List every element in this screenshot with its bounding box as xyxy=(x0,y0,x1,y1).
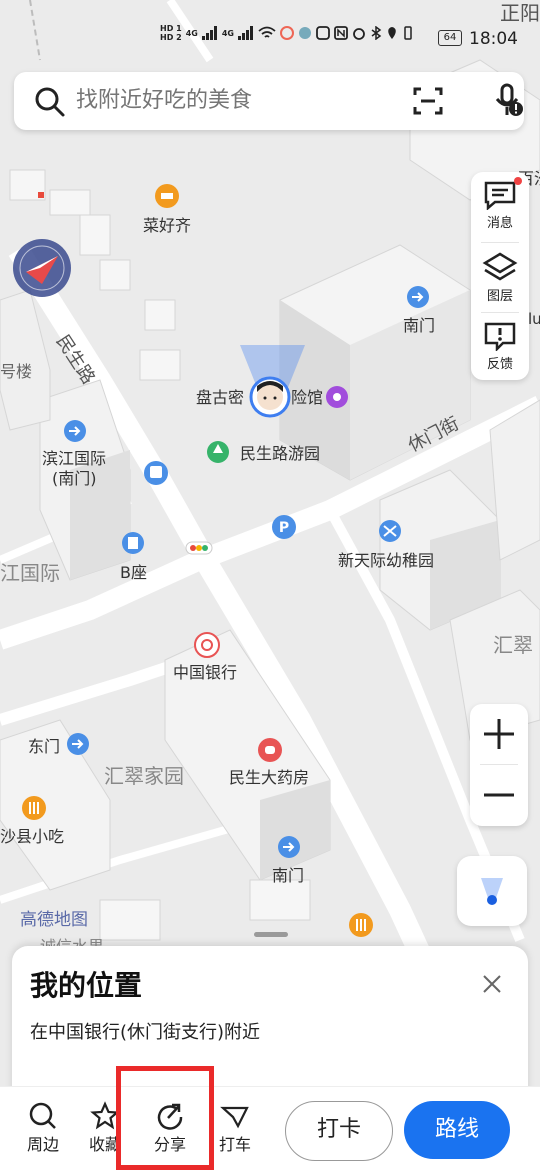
parking-icon[interactable]: P xyxy=(272,515,296,539)
sheet-title: 我的位置 xyxy=(30,969,143,1002)
poi-entrance-icon[interactable] xyxy=(407,286,429,308)
traffic-light-icon xyxy=(185,541,213,555)
voice-icon[interactable] xyxy=(492,83,524,119)
layers-label: 图层 xyxy=(486,289,513,304)
map-label: 汇翠 xyxy=(493,633,533,657)
message-icon xyxy=(484,181,516,210)
sheet-subtitle: 在中国银行(休门街支行)附近 xyxy=(30,1022,261,1043)
poi-entrance-icon[interactable] xyxy=(64,420,86,442)
scan-icon[interactable] xyxy=(412,85,444,117)
search-input[interactable] xyxy=(76,72,396,130)
poi-entrance-icon[interactable] xyxy=(67,733,89,755)
map-label: 南门 xyxy=(272,866,304,885)
sheet-drag-handle[interactable] xyxy=(254,932,288,937)
close-icon xyxy=(483,975,501,993)
poi-restaurant-icon[interactable] xyxy=(22,796,46,820)
map-label: 滨江国际 xyxy=(42,449,106,468)
status-bar: HD 1 HD 2 4G 4G 64 18:04 xyxy=(0,0,540,60)
messages-button[interactable]: 消息 xyxy=(471,172,529,240)
highlight-annotation xyxy=(116,1066,214,1170)
bus-stop-icon[interactable] xyxy=(144,461,168,485)
layers-icon xyxy=(482,252,518,281)
signal-icon xyxy=(201,26,217,40)
map-label: 菜好齐 xyxy=(143,216,191,235)
wifi-icon xyxy=(258,26,276,38)
poi-entrance-icon[interactable] xyxy=(278,836,300,858)
map-label: 新天际幼稚园 xyxy=(338,551,434,570)
feedback-button[interactable]: 反馈 xyxy=(471,313,529,381)
nfc-icon xyxy=(334,26,348,40)
checkin-button[interactable]: 打卡 xyxy=(285,1101,393,1161)
nearby-button[interactable]: 周边 xyxy=(13,1099,73,1165)
map-label: 南门 xyxy=(403,316,435,335)
poi-restaurant-icon[interactable] xyxy=(155,184,179,208)
vibrate-icon xyxy=(404,26,412,40)
clock: 18:04 xyxy=(469,29,518,49)
map-dot xyxy=(38,192,44,198)
location-icon xyxy=(388,27,396,39)
map-label: 中国银行 xyxy=(173,663,237,682)
svg-text:P: P xyxy=(279,520,289,536)
zoom-out-button[interactable] xyxy=(470,765,528,825)
app-notification-icon xyxy=(279,26,294,40)
poi-park-icon[interactable] xyxy=(207,441,229,463)
alarm-icon xyxy=(353,28,365,40)
plus-icon xyxy=(484,719,514,749)
map-label: lu xyxy=(528,310,540,328)
messages-label: 消息 xyxy=(486,216,513,231)
sim2-label: HD 2 xyxy=(160,33,182,42)
app-notification-icon xyxy=(298,27,311,39)
unread-dot xyxy=(514,177,522,185)
taxi-icon xyxy=(220,1106,249,1129)
status-icons: HD 1 HD 2 4G 4G xyxy=(160,24,414,42)
taxi-label: 打车 xyxy=(218,1135,251,1154)
map-label: 汇翠家园 xyxy=(104,764,184,788)
map-label: 盘古密 xyxy=(196,388,244,407)
locate-button[interactable] xyxy=(457,856,527,926)
bluetooth-icon xyxy=(371,26,382,40)
taxi-button[interactable]: 打车 xyxy=(205,1099,265,1165)
map-label: B座 xyxy=(120,563,147,582)
poi-building-icon[interactable] xyxy=(122,532,144,554)
bottom-toolbar: 周边 收藏 分享 打车 打卡 路线 xyxy=(0,1086,540,1176)
map-label: (南门) xyxy=(52,469,97,488)
amap-logo: 高德地图 xyxy=(20,910,88,930)
compass-icon xyxy=(13,239,71,297)
signal2-label: 4G xyxy=(221,28,234,38)
nearby-label: 周边 xyxy=(26,1135,59,1154)
poi-school-icon[interactable] xyxy=(379,520,401,542)
minus-icon xyxy=(484,793,514,797)
feedback-icon xyxy=(484,322,516,351)
app-notification-icon xyxy=(316,26,330,40)
pharmacy-icon[interactable] xyxy=(258,738,282,762)
search-bar[interactable] xyxy=(14,72,524,130)
close-button[interactable] xyxy=(478,970,506,998)
layers-button[interactable]: 图层 xyxy=(471,243,529,311)
compass-button[interactable] xyxy=(12,238,72,298)
search-icon xyxy=(35,87,65,117)
battery-indicator: 64 xyxy=(438,30,462,46)
sim1-label: HD 1 xyxy=(160,24,182,33)
map-label: 江国际 xyxy=(0,561,60,585)
locate-icon xyxy=(481,878,503,905)
zoom-in-button[interactable] xyxy=(470,704,528,764)
map-label: 险馆 xyxy=(291,388,323,407)
map-label: 民生路游园 xyxy=(240,444,320,463)
signal-icon xyxy=(237,26,253,40)
poi-restaurant-icon[interactable] xyxy=(349,913,373,937)
map-label: 沙县小吃 xyxy=(0,827,64,846)
search-icon xyxy=(29,1102,56,1129)
bank-icon[interactable] xyxy=(194,632,220,658)
signal1-label: 4G xyxy=(185,28,198,38)
map-label: 号楼 xyxy=(0,362,32,381)
poi-museum-icon[interactable] xyxy=(326,386,348,408)
zoom-controls xyxy=(470,704,528,826)
feedback-label: 反馈 xyxy=(486,357,513,372)
map-label: 东门 xyxy=(28,737,60,756)
route-button[interactable]: 路线 xyxy=(404,1101,510,1159)
map-label: 民生大药房 xyxy=(229,768,309,787)
map-tools-panel: 消息 图层 反馈 xyxy=(471,172,529,380)
